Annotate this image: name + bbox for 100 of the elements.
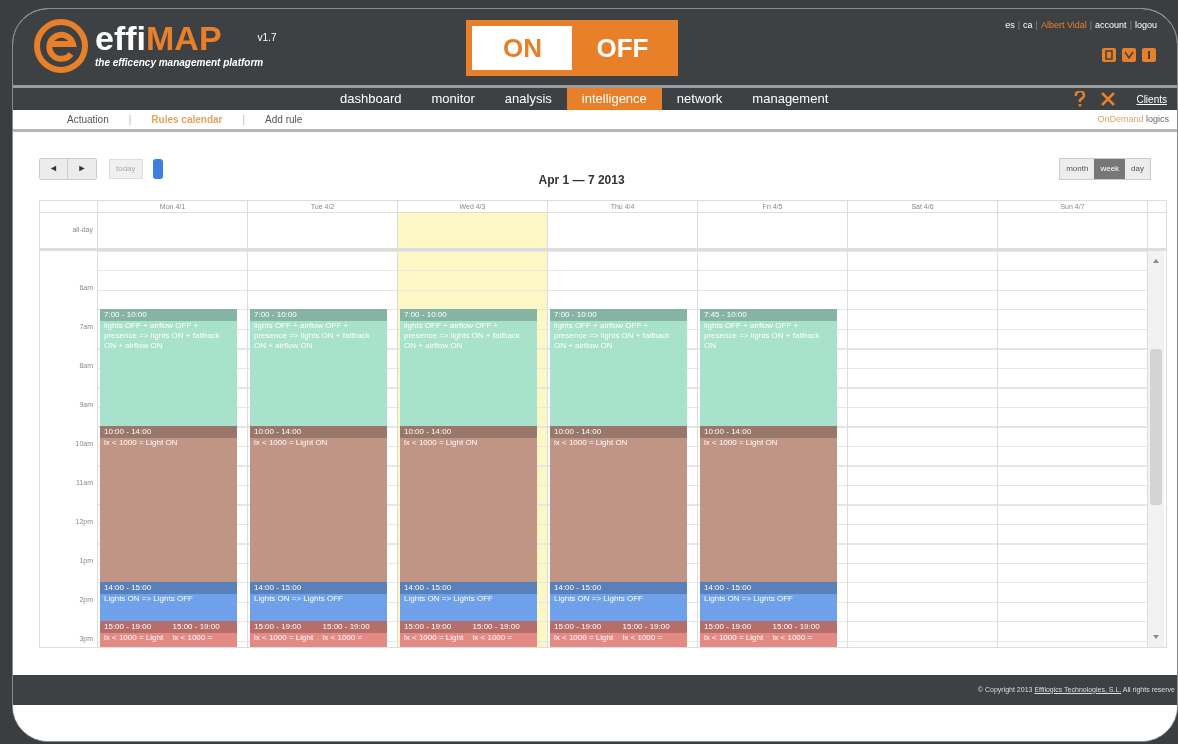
nav-tab[interactable]: management bbox=[737, 88, 844, 110]
event-description: lx < 1000 = Light bbox=[404, 633, 464, 642]
ondemand-link[interactable]: OnDemand logics bbox=[1097, 112, 1169, 127]
subnav-link[interactable]: Rules calendar bbox=[151, 112, 223, 127]
event-time: 15:00 - 19:00 bbox=[254, 622, 302, 631]
event-description: lights OFF + airflow OFF + presence => lights ON + fallback ON + airflow ON bbox=[104, 321, 220, 350]
view-button[interactable]: week bbox=[1094, 159, 1126, 179]
event-description: lx < 1000 = Light bbox=[254, 633, 314, 642]
mail-icon[interactable] bbox=[1121, 46, 1137, 63]
event-time: 15:00 - 19:00 bbox=[772, 622, 820, 631]
header-link[interactable]: logou bbox=[1134, 19, 1157, 33]
event-time: 10:00 - 14:00 bbox=[704, 427, 752, 436]
calendar-event[interactable]: 14:00 - 15:00 Lights ON => Lights OFF bbox=[550, 582, 688, 621]
event-description: lx < 1000 = bbox=[172, 633, 213, 642]
event-time: 7:00 - 10:00 bbox=[104, 310, 147, 319]
event-description: lx < 1000 = Light ON bbox=[554, 438, 628, 447]
event-description: lights OFF + airflow OFF + presence => lights ON + fallback ON + airflow ON bbox=[254, 321, 370, 350]
event-description: Lights ON => Lights OFF bbox=[704, 594, 793, 603]
calendar-event[interactable]: 7:00 - 10:00 lights OFF + airflow OFF + presence => lights ON + fallback ON + airflow ON bbox=[400, 309, 538, 426]
clients-link[interactable]: Clients bbox=[1136, 91, 1167, 107]
event-description: lx < 1000 = Light bbox=[704, 633, 764, 642]
header-link[interactable]: ca bbox=[1023, 19, 1033, 33]
nav-tab[interactable]: intelligence bbox=[566, 88, 662, 110]
event-description: lights OFF + airflow OFF + presence => lights ON + fallback ON + airflow ON bbox=[404, 321, 520, 350]
calendar-event[interactable]: 14:00 - 15:00 Lights ON => Lights OFF bbox=[400, 582, 538, 621]
event-time: 10:00 - 14:00 bbox=[554, 427, 602, 436]
event-time: 7:45 - 10:00 bbox=[704, 310, 747, 319]
calendar-event[interactable]: 7:00 - 10:00 lights OFF + airflow OFF + presence => lights ON + fallback ON + airflow ON bbox=[100, 309, 238, 426]
header-link[interactable]: es bbox=[1005, 19, 1015, 33]
scrollbar[interactable] bbox=[1148, 251, 1164, 647]
help-icon[interactable] bbox=[1074, 91, 1087, 107]
event-time: 15:00 - 19:00 bbox=[322, 622, 370, 631]
calendar-event[interactable]: 15:00 - 19:00 lx < 1000 = bbox=[168, 621, 238, 647]
date-range-title: Apr 1 — 7 2013 bbox=[538, 172, 625, 189]
event-time: 15:00 - 19:00 bbox=[104, 622, 152, 631]
calendar-event[interactable]: 10:00 - 14:00 lx < 1000 = Light ON bbox=[400, 426, 538, 582]
event-time: 14:00 - 15:00 bbox=[554, 583, 602, 592]
view-button[interactable]: month bbox=[1060, 159, 1095, 179]
calendar-event[interactable]: 15:00 - 19:00 lx < 1000 = Light bbox=[400, 621, 469, 647]
event-time: 14:00 - 15:00 bbox=[104, 583, 152, 592]
calendar-event[interactable]: 14:00 - 15:00 Lights ON => Lights OFF bbox=[100, 582, 238, 621]
event-time: 7:00 - 10:00 bbox=[254, 310, 297, 319]
today-button[interactable]: today bbox=[109, 159, 143, 179]
view-button[interactable]: day bbox=[1125, 159, 1150, 179]
calendar-event[interactable]: 10:00 - 14:00 lx < 1000 = Light ON bbox=[700, 426, 838, 582]
separator: | bbox=[242, 113, 246, 127]
calendar-event[interactable]: 15:00 - 19:00 lx < 1000 = Light bbox=[550, 621, 619, 647]
info-icon[interactable] bbox=[1141, 46, 1157, 63]
calendar-event[interactable]: 15:00 - 19:00 lx < 1000 = Light bbox=[700, 621, 769, 647]
event-time: 14:00 - 15:00 bbox=[404, 583, 452, 592]
next-button[interactable]: ► bbox=[68, 159, 96, 179]
event-description: lx < 1000 = bbox=[622, 633, 663, 642]
calendar-event[interactable]: 7:00 - 10:00 lights OFF + airflow OFF + presence => lights ON + fallback ON + airflow ON bbox=[250, 309, 388, 426]
subnav-link[interactable]: Add rule bbox=[265, 112, 303, 127]
all-day-cell[interactable] bbox=[398, 213, 548, 248]
calendar-event[interactable]: 10:00 - 14:00 lx < 1000 = Light ON bbox=[550, 426, 688, 582]
separator: | bbox=[1017, 19, 1020, 32]
calendar-event[interactable]: 14:00 - 15:00 Lights ON => Lights OFF bbox=[250, 582, 388, 621]
calendar-event[interactable]: 15:00 - 19:00 lx < 1000 = bbox=[468, 621, 538, 647]
calendar-event[interactable]: 15:00 - 19:00 lx < 1000 = bbox=[618, 621, 688, 647]
event-description: lights OFF + airflow OFF + presence => lights ON + fallback ON + airflow ON bbox=[554, 321, 670, 350]
event-time: 14:00 - 15:00 bbox=[254, 583, 302, 592]
calendar-event[interactable]: 15:00 - 19:00 lx < 1000 = bbox=[768, 621, 838, 647]
nav-tab[interactable]: analysis bbox=[489, 88, 567, 110]
user-link[interactable]: Albert Vidal bbox=[1040, 19, 1087, 33]
event-time: 10:00 - 14:00 bbox=[404, 427, 452, 436]
calendar-event[interactable]: 15:00 - 19:00 lx < 1000 = Light bbox=[100, 621, 169, 647]
calendar-event[interactable]: 10:00 - 14:00 lx < 1000 = Light ON bbox=[100, 426, 238, 582]
event-time: 15:00 - 19:00 bbox=[472, 622, 520, 631]
calendar-button[interactable] bbox=[152, 159, 163, 179]
calendar-event[interactable]: 7:45 - 10:00 lights OFF + airflow OFF + presence => lights ON + fallback ON bbox=[700, 309, 838, 426]
calendar-event[interactable]: 10:00 - 14:00 lx < 1000 = Light ON bbox=[250, 426, 388, 582]
calendar-event[interactable]: 14:00 - 15:00 Lights ON => Lights OFF bbox=[700, 582, 838, 621]
nav-tab[interactable]: network bbox=[661, 88, 738, 110]
power-toggle[interactable]: ON OFF bbox=[466, 20, 679, 76]
event-description: lights OFF + airflow OFF + presence => lights ON + fallback ON bbox=[704, 321, 820, 350]
nav-tab[interactable]: monitor bbox=[416, 88, 490, 110]
event-time: 15:00 - 19:00 bbox=[404, 622, 452, 631]
calendar-event[interactable]: 15:00 - 19:00 lx < 1000 = bbox=[318, 621, 388, 647]
calendar-event[interactable]: 7:00 - 10:00 lights OFF + airflow OFF + presence => lights ON + fallback ON + airflow ON bbox=[550, 309, 688, 426]
event-description: lx < 1000 = bbox=[772, 633, 813, 642]
event-time: 15:00 - 19:00 bbox=[704, 622, 752, 631]
prev-button[interactable]: ◄ bbox=[40, 159, 68, 179]
event-description: lx < 1000 = Light ON bbox=[404, 438, 478, 447]
event-description: lx < 1000 = Light ON bbox=[254, 438, 328, 447]
separator: | bbox=[1129, 19, 1132, 32]
subnav-link[interactable]: Actuation bbox=[67, 112, 109, 127]
header-link[interactable]: account bbox=[1095, 19, 1127, 33]
day-column[interactable] bbox=[398, 251, 548, 647]
event-time: 15:00 - 19:00 bbox=[622, 622, 670, 631]
calendar-event[interactable]: 15:00 - 19:00 lx < 1000 = Light bbox=[250, 621, 319, 647]
event-description: Lights ON => Lights OFF bbox=[404, 594, 493, 603]
separator: | bbox=[128, 113, 132, 127]
version-label: v1.7 bbox=[257, 31, 277, 45]
separator: | bbox=[1035, 19, 1038, 32]
event-description: lx < 1000 = Light bbox=[104, 633, 164, 642]
power-option[interactable]: ON bbox=[472, 26, 573, 70]
nav-tab[interactable]: dashboard bbox=[325, 88, 417, 110]
logo-icon bbox=[33, 18, 89, 74]
event-time: 15:00 - 19:00 bbox=[172, 622, 220, 631]
